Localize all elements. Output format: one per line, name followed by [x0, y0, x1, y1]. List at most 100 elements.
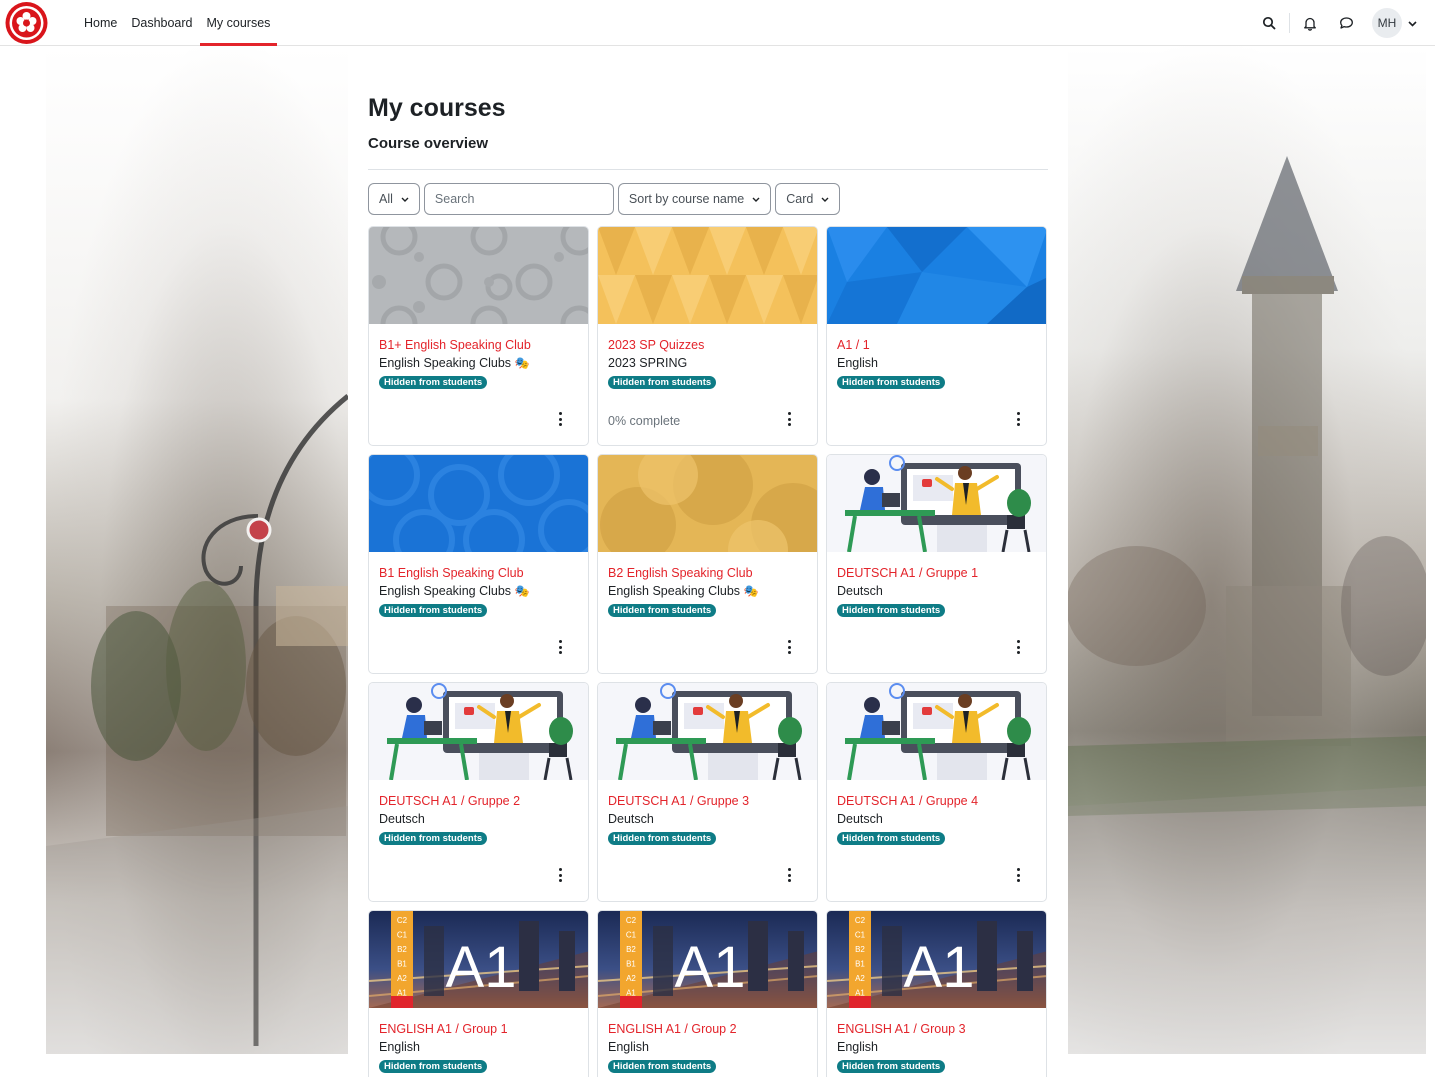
course-actions-menu-icon[interactable]	[785, 640, 793, 654]
course-card-image[interactable]	[598, 455, 817, 552]
menu-dot	[1016, 873, 1020, 877]
hidden-status-badge: Hidden from students	[837, 604, 946, 617]
course-name-link[interactable]: DEUTSCH A1 / Gruppe 2	[379, 792, 578, 810]
course-card[interactable]: 2023 SP Quizzes 2023 SPRING Hidden from st…	[597, 226, 818, 446]
course-actions-menu-icon[interactable]	[1014, 640, 1022, 654]
search-icon[interactable]	[1259, 13, 1279, 33]
nav-my-courses[interactable]: My courses	[199, 0, 278, 46]
course-category: English	[379, 1038, 578, 1056]
course-card-image[interactable]: C2 C1 B2 B1 A2 A1 A1	[827, 911, 1046, 1008]
course-actions-menu-icon[interactable]	[1014, 868, 1022, 882]
course-card-image[interactable]: C2 C1 B2 B1 A2 A1 A1	[598, 911, 817, 1008]
menu-dot	[1016, 645, 1020, 649]
course-card[interactable]: DEUTSCH A1 / Gruppe 3 Deutsch Hidden from …	[597, 682, 818, 902]
hidden-status-badge: Hidden from students	[379, 604, 488, 617]
course-actions-menu-icon[interactable]	[556, 640, 564, 654]
level-label: C1	[626, 931, 637, 940]
course-card[interactable]: DEUTSCH A1 / Gruppe 4 Deutsch Hidden from …	[826, 682, 1047, 902]
level-label: C2	[397, 916, 408, 925]
chat-bubble-icon[interactable]	[1336, 13, 1356, 33]
menu-dot	[1016, 412, 1020, 415]
course-card[interactable]: B1 English Speaking Club English Speaking…	[368, 454, 589, 674]
course-filter-controls: All Sort by course name Card	[368, 183, 841, 215]
course-card-image[interactable]	[598, 683, 817, 780]
course-name-link[interactable]: 2023 SP Quizzes	[608, 336, 807, 354]
course-name-link[interactable]: DEUTSCH A1 / Gruppe 4	[837, 792, 1036, 810]
sort-dropdown[interactable]: Sort by course name	[617, 183, 772, 215]
menu-dot	[558, 868, 562, 871]
grouping-dropdown[interactable]: All	[368, 183, 420, 215]
course-category: English Speaking Clubs 🎭	[608, 582, 807, 600]
course-actions-menu-icon[interactable]	[1014, 412, 1022, 426]
course-category-text: Deutsch	[608, 812, 654, 826]
menu-dot	[787, 412, 791, 415]
course-card[interactable]: C2 C1 B2 B1 A2 A1 A1 ENGLISH A1 / Group 3 Engli…	[826, 910, 1047, 1077]
course-card-image[interactable]	[598, 227, 817, 324]
course-name-link[interactable]: DEUTSCH A1 / Gruppe 1	[837, 564, 1036, 582]
menu-dot	[787, 873, 791, 877]
level-label: A1	[397, 989, 407, 998]
course-name-link[interactable]: DEUTSCH A1 / Gruppe 3	[608, 792, 807, 810]
course-name-link[interactable]: ENGLISH A1 / Group 1	[379, 1020, 578, 1038]
course-card-image[interactable]: C2 C1 B2 B1 A2 A1 A1	[369, 911, 588, 1008]
hidden-status-badge: Hidden from students	[837, 1060, 946, 1073]
course-card[interactable]: B1+ English Speaking Club English Speakin…	[368, 226, 589, 446]
course-category: English	[837, 354, 1036, 372]
course-card[interactable]: B2 English Speaking Club English Speaking…	[597, 454, 818, 674]
hidden-status-badge: Hidden from students	[608, 832, 717, 845]
menu-dot	[558, 417, 562, 421]
course-actions-menu-icon[interactable]	[785, 412, 793, 426]
user-menu[interactable]: MH	[1372, 8, 1417, 38]
course-name-link[interactable]: ENGLISH A1 / Group 2	[608, 1020, 807, 1038]
menu-dot	[558, 873, 562, 877]
site-logo[interactable]	[4, 1, 49, 45]
course-actions-menu-icon[interactable]	[785, 868, 793, 882]
course-card-image[interactable]	[369, 227, 588, 324]
course-category: 2023 SPRING	[608, 354, 807, 372]
menu-dot	[1016, 651, 1020, 654]
course-search-input[interactable]	[423, 183, 614, 215]
bell-icon[interactable]	[1300, 13, 1320, 33]
course-category-text: Deutsch	[837, 584, 883, 598]
chevron-down-icon	[401, 194, 409, 204]
menu-dot	[558, 879, 562, 882]
course-name-link[interactable]: B1+ English Speaking Club	[379, 336, 578, 354]
course-card-image[interactable]	[369, 455, 588, 552]
course-card-image[interactable]	[827, 455, 1046, 552]
course-card-body: 2023 SP Quizzes 2023 SPRING Hidden from st…	[598, 324, 817, 390]
course-card-image[interactable]	[827, 683, 1046, 780]
course-card[interactable]: C2 C1 B2 B1 A2 A1 A1 ENGLISH A1 / Group 1 Engli…	[368, 910, 589, 1077]
course-actions-menu-icon[interactable]	[556, 868, 564, 882]
course-actions-menu-icon[interactable]	[556, 412, 564, 426]
theater-masks-icon: 🎭	[514, 356, 530, 370]
course-name-link[interactable]: B2 English Speaking Club	[608, 564, 807, 582]
menu-dot	[1016, 879, 1020, 882]
course-image-level-title: A1	[904, 935, 975, 1000]
menu-dot	[558, 640, 562, 643]
course-card-body: B1+ English Speaking Club English Speakin…	[369, 324, 588, 390]
course-name-link[interactable]: B1 English Speaking Club	[379, 564, 578, 582]
theater-masks-icon: 🎭	[514, 584, 530, 598]
course-card[interactable]: C2 C1 B2 B1 A2 A1 A1 ENGLISH A1 / Group 2 Engli…	[597, 910, 818, 1077]
top-navbar: Home Dashboard My courses MH	[0, 0, 1435, 46]
chevron-down-icon	[821, 194, 829, 204]
course-name-link[interactable]: ENGLISH A1 / Group 3	[837, 1020, 1036, 1038]
course-card[interactable]: A1 / 1 English Hidden from students	[826, 226, 1047, 446]
course-card[interactable]: DEUTSCH A1 / Gruppe 2 Deutsch Hidden from …	[368, 682, 589, 902]
course-card-image[interactable]	[369, 683, 588, 780]
hidden-status-badge: Hidden from students	[837, 376, 946, 389]
view-dropdown[interactable]: Card	[775, 183, 841, 215]
course-card[interactable]: DEUTSCH A1 / Gruppe 1 Deutsch Hidden from …	[826, 454, 1047, 674]
course-card-body: ENGLISH A1 / Group 2 English Hidden from s…	[598, 1008, 817, 1074]
course-name-link[interactable]: A1 / 1	[837, 336, 1036, 354]
section-divider	[368, 169, 1048, 170]
level-label: B1	[855, 960, 865, 969]
course-category-text: English Speaking Clubs	[379, 584, 512, 598]
menu-dot	[1016, 868, 1020, 871]
nav-dashboard[interactable]: Dashboard	[124, 0, 199, 46]
menu-dot	[787, 640, 791, 643]
hidden-status-badge: Hidden from students	[379, 1060, 488, 1073]
course-card-image[interactable]	[827, 227, 1046, 324]
nav-home[interactable]: Home	[84, 0, 124, 46]
avatar: MH	[1372, 8, 1402, 38]
